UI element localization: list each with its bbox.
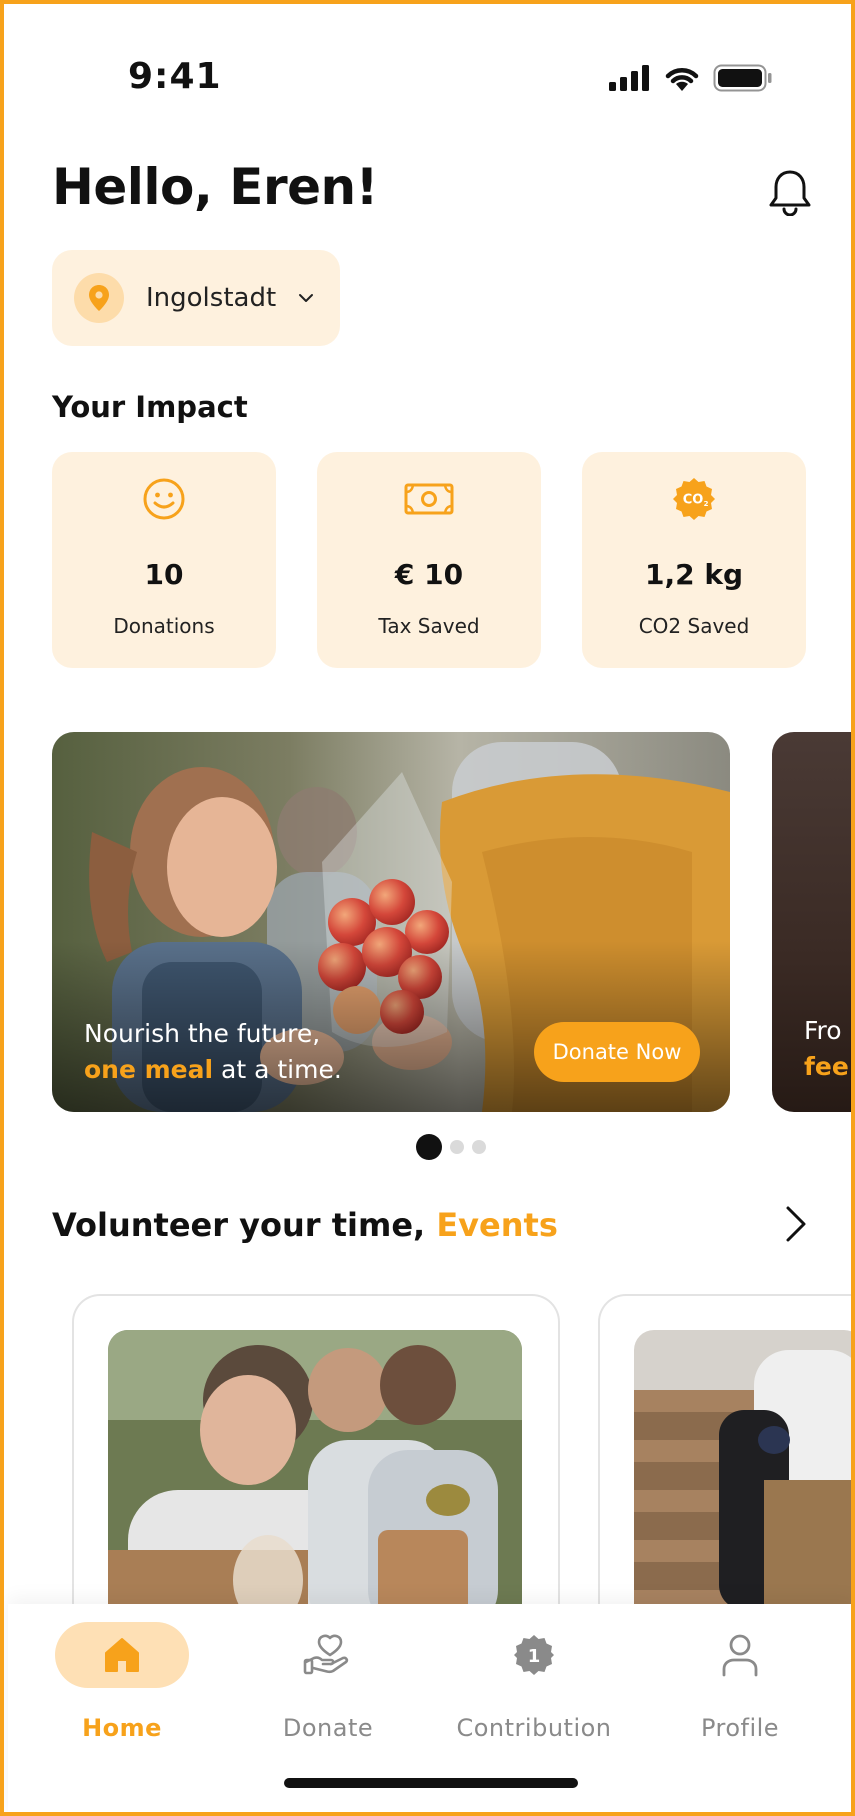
wifi-icon <box>665 68 699 91</box>
svg-text:2: 2 <box>704 500 709 508</box>
banner-headline: Nourish the future, one meal at a time. <box>84 1016 342 1088</box>
impact-card-donations: 10 Donations <box>52 452 276 668</box>
location-city-label: Ingolstadt <box>146 283 277 313</box>
status-icons <box>609 64 773 92</box>
nav-item-profile[interactable]: Profile <box>650 1622 830 1742</box>
event-photo <box>634 1330 851 1614</box>
svg-text:CO: CO <box>683 493 704 508</box>
next-banner-line-2: fee <box>804 1052 849 1081</box>
impact-value: € 10 <box>394 558 464 591</box>
cellular-signal-icon <box>609 65 649 91</box>
nav-home-pill <box>55 1622 189 1688</box>
co2-icon: CO 2 <box>673 478 715 520</box>
nav-label-profile: Profile <box>700 1714 780 1742</box>
next-banner-peek[interactable]: Fro fee <box>772 732 851 1112</box>
events-title-highlight: Events <box>436 1206 558 1244</box>
greeting-title: Hello, Eren! <box>52 158 378 216</box>
status-time: 9:41 <box>128 56 222 97</box>
smiley-icon <box>143 478 185 520</box>
banknote-icon <box>404 483 454 515</box>
event-card[interactable] <box>72 1294 560 1614</box>
home-icon <box>105 1638 139 1672</box>
nav-label-home: Home <box>82 1714 162 1742</box>
location-pin-icon <box>89 285 109 311</box>
app-screen: 9:41 Hello, Eren! Ingolstadt Your Impact… <box>0 0 855 1816</box>
events-section-title: Volunteer your time, Events <box>52 1206 558 1244</box>
event-card[interactable] <box>598 1294 851 1614</box>
location-selector[interactable]: Ingolstadt <box>52 250 340 346</box>
impact-label: CO2 Saved <box>638 614 750 638</box>
impact-label: Tax Saved <box>378 614 480 638</box>
nav-item-home[interactable]: Home <box>32 1622 212 1742</box>
impact-value: 1,2 kg <box>644 558 743 591</box>
banner-line-2: one meal at a time. <box>84 1052 342 1088</box>
banner-highlight: one meal <box>84 1055 214 1084</box>
nav-item-donate[interactable]: Donate <box>238 1622 418 1742</box>
nav-label-donate: Donate <box>282 1714 374 1742</box>
home-indicator[interactable] <box>284 1778 578 1788</box>
next-banner-line-1: Fro <box>804 1016 842 1045</box>
nav-donate-pill <box>261 1622 395 1688</box>
impact-label: Donations <box>113 614 215 638</box>
carousel-dot[interactable] <box>472 1140 486 1154</box>
nav-item-contribution[interactable]: 1 Contribution <box>444 1622 624 1742</box>
nav-label-contribution: Contribution <box>456 1714 612 1742</box>
nav-profile-pill <box>673 1622 807 1688</box>
chevron-down-icon <box>299 294 314 302</box>
carousel-dot[interactable] <box>450 1140 464 1154</box>
svg-text:1: 1 <box>528 1646 541 1667</box>
impact-value: 10 <box>144 558 184 591</box>
donate-hand-icon <box>303 1634 349 1675</box>
notification-bell-icon[interactable] <box>768 168 812 216</box>
donation-banner[interactable]: Nourish the future, one meal at a time. … <box>52 732 730 1112</box>
donate-now-button[interactable]: Donate Now <box>534 1022 700 1082</box>
battery-icon <box>713 64 772 92</box>
nav-contribution-pill: 1 <box>467 1622 601 1688</box>
event-photo <box>108 1330 522 1614</box>
impact-section-title: Your Impact <box>52 390 248 424</box>
banner-line-2-rest: at a time. <box>213 1055 342 1084</box>
impact-card-tax-saved: € 10 Tax Saved <box>317 452 541 668</box>
badge-icon: 1 <box>514 1635 554 1675</box>
banner-line-1: Nourish the future, <box>84 1019 321 1048</box>
impact-card-co2-saved: CO 2 1,2 kg CO2 Saved <box>582 452 806 668</box>
carousel-pagination <box>416 1134 486 1160</box>
events-title-text: Volunteer your time, <box>52 1206 437 1244</box>
bottom-navigation: Home Donate 1 Contribution Profile <box>8 1604 851 1812</box>
chevron-right-icon[interactable] <box>782 1204 810 1244</box>
carousel-dot-active[interactable] <box>416 1134 442 1160</box>
location-pin-badge <box>74 273 124 323</box>
profile-icon <box>722 1634 758 1677</box>
